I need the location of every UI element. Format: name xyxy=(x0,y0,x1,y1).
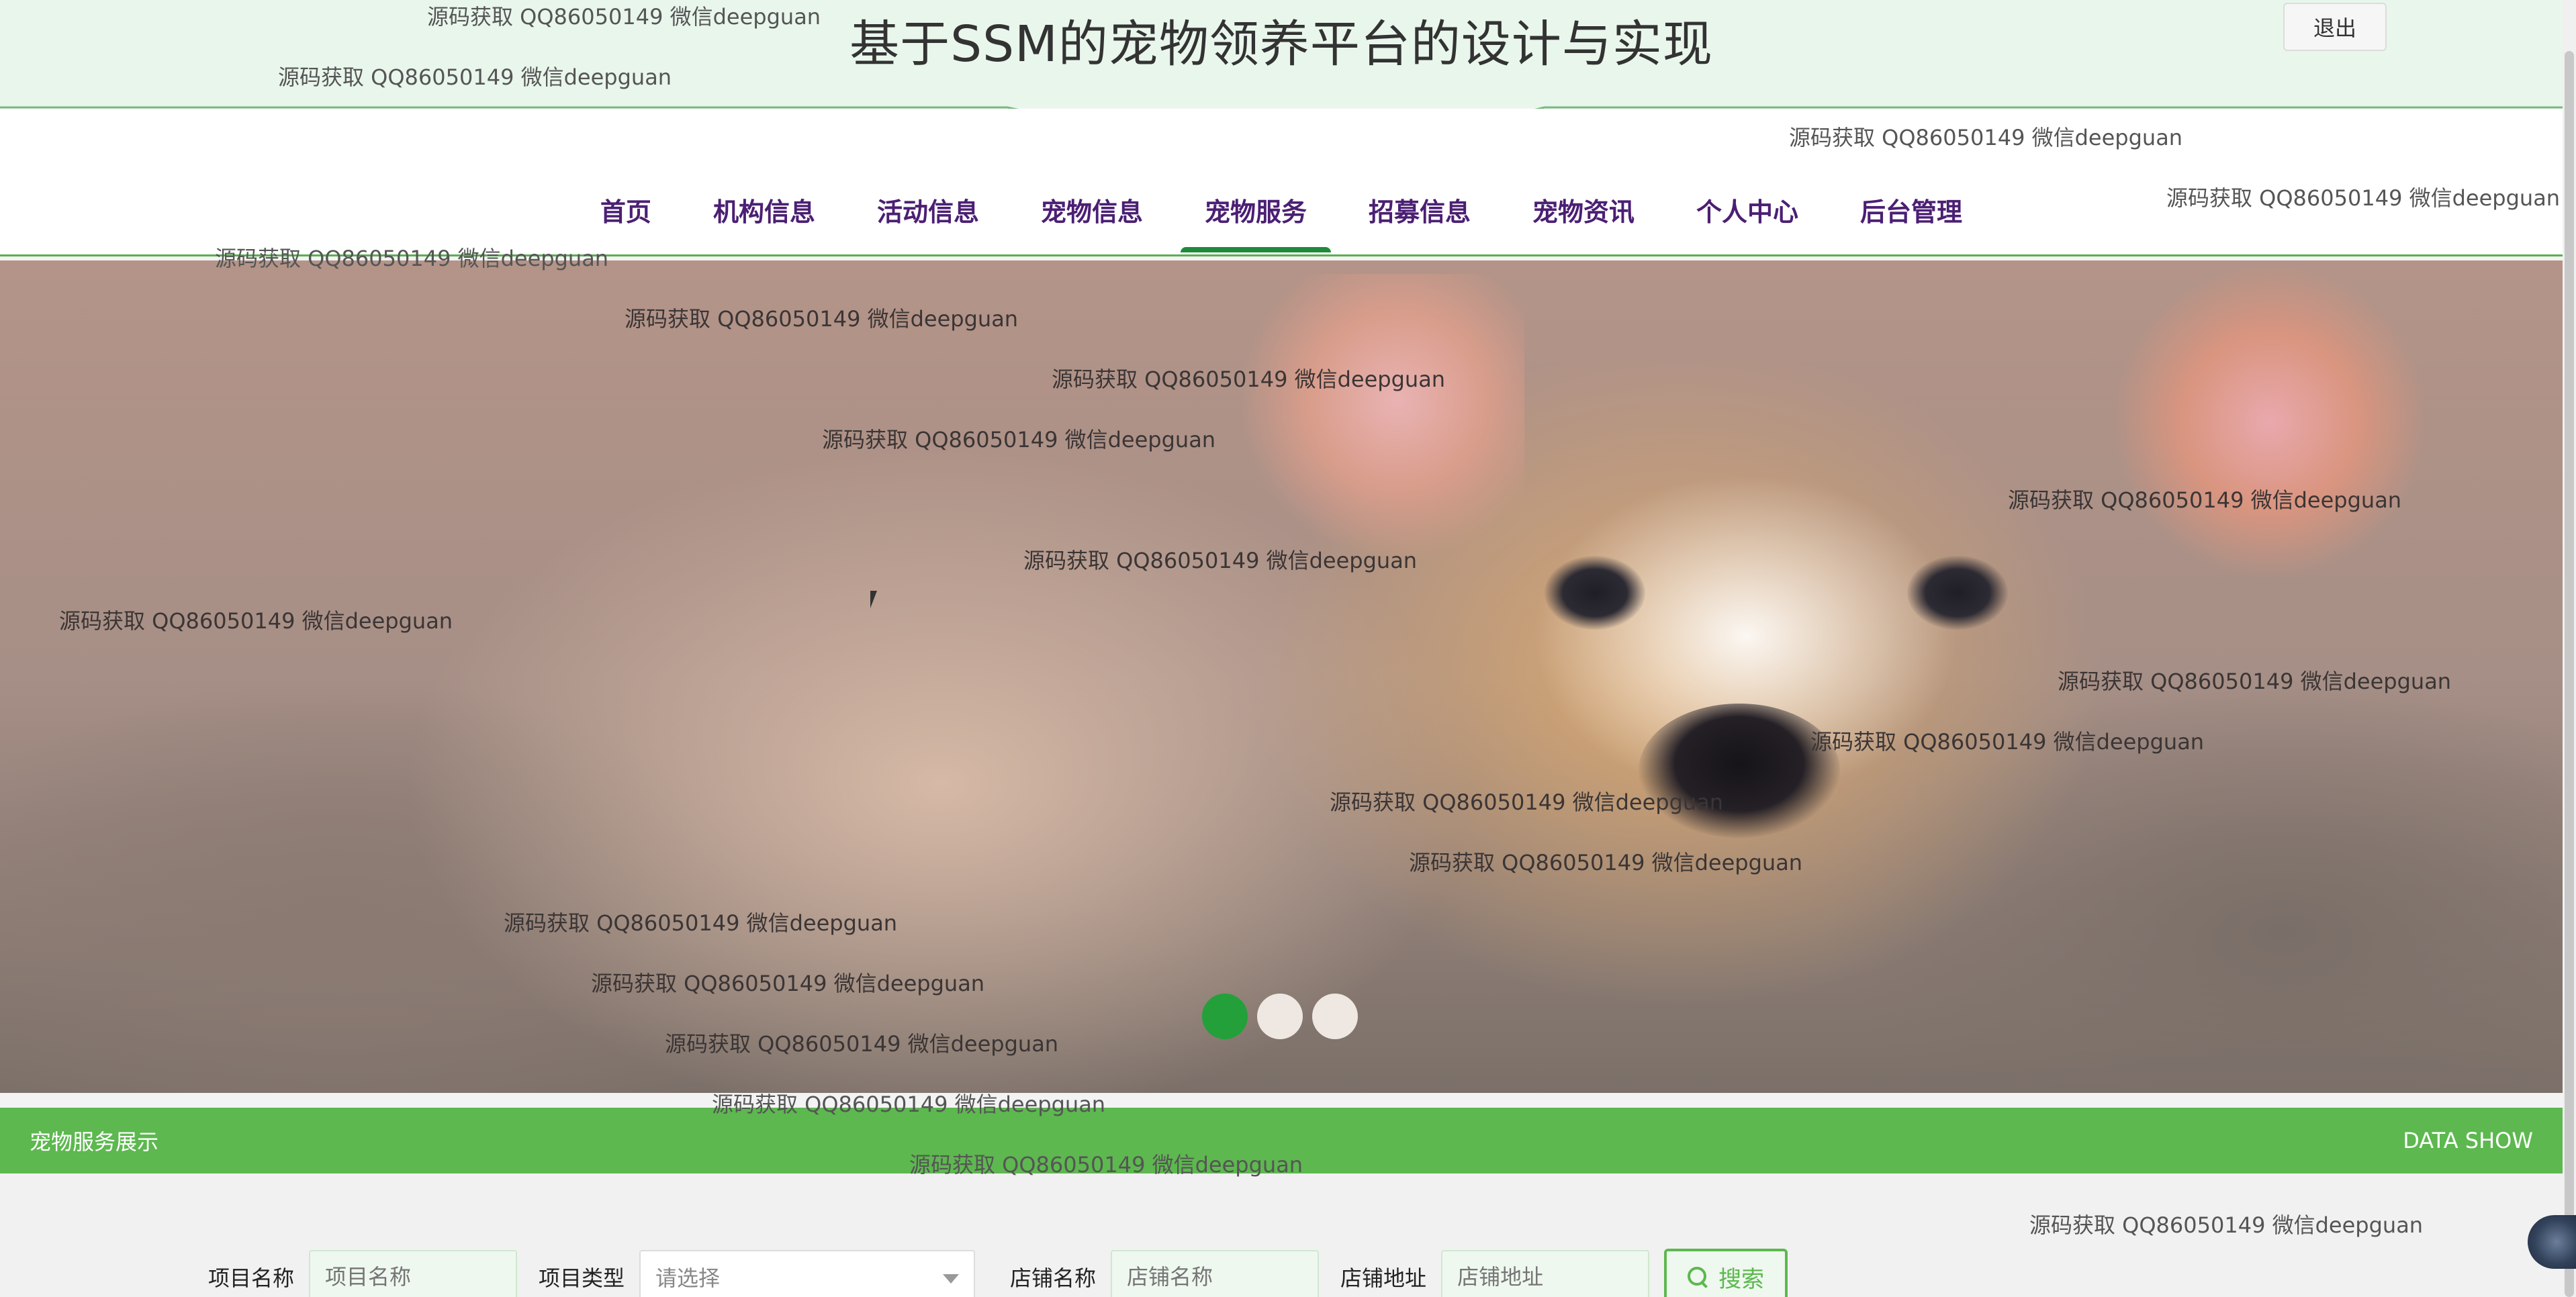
search-area: 项目名称 项目类型 请选择 店铺名称 店铺地址 搜索 xyxy=(0,1173,2563,1297)
logout-button[interactable]: 退出 xyxy=(2283,3,2387,51)
carousel-dots xyxy=(1202,994,1358,1039)
banner-carousel[interactable] xyxy=(0,260,2563,1093)
nav-list: 首页 机构信息 活动信息 宠物信息 宠物服务 招募信息 宠物资讯 个人中心 后台… xyxy=(0,188,2563,252)
chevron-down-icon xyxy=(943,1274,960,1284)
shop-address-label: 店铺地址 xyxy=(1340,1265,1427,1291)
nav-item-personal-center[interactable]: 个人中心 xyxy=(1665,188,1829,252)
banner-image-ear-right xyxy=(2115,267,2424,576)
carousel-dot-2[interactable] xyxy=(1257,994,1303,1039)
banner-image-nose xyxy=(1639,704,1840,838)
nav-item-recruitment[interactable]: 招募信息 xyxy=(1338,188,1502,252)
mouse-cursor-icon xyxy=(870,591,877,608)
carousel-dot-3[interactable] xyxy=(1312,994,1358,1039)
page-scrollbar[interactable] xyxy=(2563,0,2576,1297)
section-header-bar: 宠物服务展示 DATA SHOW xyxy=(0,1108,2563,1173)
banner-image-eye-left xyxy=(1545,556,1645,630)
nav-item-home[interactable]: 首页 xyxy=(569,188,682,252)
nav-item-activities[interactable]: 活动信息 xyxy=(846,188,1010,252)
nav-item-admin[interactable]: 后台管理 xyxy=(1829,188,1993,252)
project-type-select[interactable]: 请选择 xyxy=(639,1250,976,1297)
nav-item-organization[interactable]: 机构信息 xyxy=(682,188,846,252)
scrollbar-thumb[interactable] xyxy=(2565,51,2574,1297)
main-nav: 首页 机构信息 活动信息 宠物信息 宠物服务 招募信息 宠物资讯 个人中心 后台… xyxy=(0,109,2563,256)
search-row: 项目名称 项目类型 请选择 店铺名称 店铺地址 搜索 xyxy=(208,1249,1788,1297)
nav-item-pet-services[interactable]: 宠物服务 xyxy=(1174,188,1338,252)
banner-image-ear-left xyxy=(1242,274,1524,556)
project-type-value: 请选择 xyxy=(655,1265,721,1291)
search-button-label: 搜索 xyxy=(1718,1265,1765,1293)
data-show-label: DATA SHOW xyxy=(2403,1128,2533,1153)
page-title: 基于SSM的宠物领养平台的设计与实现 xyxy=(849,15,1713,73)
shop-name-label: 店铺名称 xyxy=(1010,1265,1097,1291)
shop-name-input[interactable] xyxy=(1111,1250,1320,1297)
banner-image-eye-right xyxy=(1907,556,2008,630)
project-name-label: 项目名称 xyxy=(208,1265,295,1291)
carousel-dot-1[interactable] xyxy=(1202,994,1248,1039)
project-type-label: 项目类型 xyxy=(539,1265,625,1291)
search-button[interactable]: 搜索 xyxy=(1664,1249,1788,1297)
nav-item-pet-news[interactable]: 宠物资讯 xyxy=(1502,188,1665,252)
section-title: 宠物服务展示 xyxy=(30,1129,159,1155)
search-icon xyxy=(1688,1267,1708,1287)
shop-address-input[interactable] xyxy=(1441,1250,1650,1297)
floating-avatar[interactable] xyxy=(2528,1215,2576,1269)
site-header: 基于SSM的宠物领养平台的设计与实现 退出 xyxy=(0,0,2563,107)
project-name-input[interactable] xyxy=(309,1250,518,1297)
nav-item-pets[interactable]: 宠物信息 xyxy=(1010,188,1174,252)
